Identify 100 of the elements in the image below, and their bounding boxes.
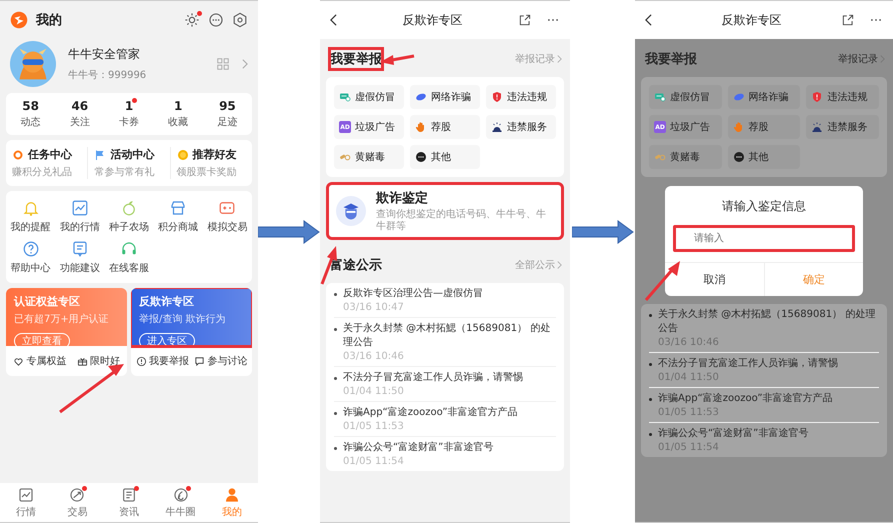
fraud-check-card[interactable]: 欺诈鉴定 查询你想鉴定的电话号码、牛牛号、牛牛群等 <box>326 182 564 240</box>
report-category[interactable]: 违法违规 <box>806 85 879 109</box>
report-category[interactable]: 黄赌毒 <box>334 145 404 169</box>
category-label[interactable]: 黄赌毒 <box>355 150 385 164</box>
service-label[interactable]: 模拟交易 <box>207 220 248 234</box>
share-icon[interactable] <box>841 13 855 27</box>
link-label[interactable]: 我要举报 <box>148 354 189 368</box>
stat-value[interactable]: 1 <box>174 99 182 113</box>
report-category[interactable]: 其他 <box>728 145 800 169</box>
report-category[interactable]: 网络诈骗 <box>410 85 480 109</box>
cancel-button[interactable]: 取消 <box>665 263 764 296</box>
tab[interactable]: 资讯 <box>103 487 155 519</box>
comment-icon[interactable] <box>70 240 89 258</box>
flag-icon <box>94 148 106 160</box>
stat-label[interactable]: 收藏 <box>168 115 188 129</box>
tab[interactable]: 牛牛圈 <box>154 487 206 519</box>
service-label[interactable]: 我的行情 <box>60 220 100 234</box>
notice-title[interactable]: 不法分子冒充富途工作人员诈骗，请警惕 <box>658 357 838 371</box>
report-category[interactable]: 虚假仿冒 <box>334 85 404 109</box>
stat-label[interactable]: 关注 <box>70 115 90 129</box>
sun-icon[interactable] <box>184 12 200 28</box>
report-category[interactable]: 荐股 <box>728 115 800 139</box>
promo-link[interactable]: 参与讨论 <box>194 354 248 368</box>
report-category[interactable]: 虚假仿冒 <box>649 85 722 109</box>
stat-label[interactable]: 卡券 <box>119 115 139 129</box>
message-card-icon <box>654 91 666 103</box>
task-title[interactable]: 活动中心 <box>110 147 154 162</box>
report-category[interactable]: 违禁服务 <box>486 115 556 139</box>
category-label[interactable]: 其他 <box>748 150 769 164</box>
stat-value[interactable]: 46 <box>71 99 88 113</box>
notice-title[interactable]: 关于永久封禁 @木村拓鰓（15689081） 的处理公告 <box>343 322 556 350</box>
service-label[interactable]: 积分商城 <box>158 220 198 234</box>
category-label[interactable]: 违禁服务 <box>507 120 547 134</box>
stat-label[interactable]: 动态 <box>20 115 41 129</box>
category-label[interactable]: 荐股 <box>431 120 451 134</box>
service-label[interactable]: 在线客服 <box>108 261 149 275</box>
category-label[interactable]: 其他 <box>431 150 451 164</box>
report-category[interactable]: 其他 <box>410 145 480 169</box>
report-category[interactable]: 黄赌毒 <box>649 145 722 169</box>
notice-title[interactable]: 诈骗公众号“富途财富”非富途官号 <box>658 427 808 441</box>
dialog-title: 请输入鉴定信息 <box>721 198 807 215</box>
qr-code-icon[interactable] <box>216 57 230 71</box>
category-label[interactable]: 违法违规 <box>827 90 868 104</box>
report-category[interactable]: 荐股 <box>410 115 480 139</box>
stat-value[interactable]: 95 <box>219 99 236 113</box>
notice-title[interactable]: 不法分子冒充富途工作人员诈骗，请警惕 <box>343 371 523 385</box>
service-label[interactable]: 我的提醒 <box>10 220 51 234</box>
category-label[interactable]: 黄赌毒 <box>670 150 700 164</box>
category-label[interactable]: 虚假仿冒 <box>355 90 395 104</box>
task-title[interactable]: 推荐好友 <box>192 147 237 162</box>
category-label[interactable]: 网络诈骗 <box>748 90 789 104</box>
notice-title[interactable]: 诈骗App“富途zoozoo”非富途官方产品 <box>343 406 518 420</box>
report-category[interactable]: 违禁服务 <box>806 115 879 139</box>
promo-link[interactable]: 专属权益 <box>13 354 66 368</box>
notice-title[interactable]: 反欺诈专区治理公告—虚假仿冒 <box>343 287 483 301</box>
chart-icon[interactable] <box>70 199 89 217</box>
avatar[interactable] <box>10 41 56 87</box>
report-category[interactable]: 网络诈骗 <box>728 85 800 109</box>
share-icon[interactable] <box>518 13 532 27</box>
notice-date: 01/05 11:53 <box>343 421 405 432</box>
task-title[interactable]: 任务中心 <box>28 147 72 162</box>
link-label[interactable]: 限时好 <box>90 354 120 368</box>
bullet-dot <box>334 447 337 450</box>
tab[interactable]: 交易 <box>52 487 104 519</box>
category-label[interactable]: 虚假仿冒 <box>670 90 710 104</box>
bullet-dot <box>649 398 652 401</box>
notice-title[interactable]: 诈骗App“富途zoozoo”非富途官方产品 <box>658 392 833 406</box>
stat-value[interactable]: 1 <box>124 99 134 113</box>
help-icon[interactable] <box>22 240 40 258</box>
category-label[interactable]: 网络诈骗 <box>431 90 471 104</box>
category-label[interactable]: 违法违规 <box>507 90 547 104</box>
back-icon[interactable] <box>330 14 337 26</box>
category-label[interactable]: 垃圾广告 <box>670 120 710 134</box>
service-label[interactable]: 种子农场 <box>108 220 149 234</box>
promo-link[interactable]: 限时好 <box>76 354 120 368</box>
category-label[interactable]: 违禁服务 <box>827 120 868 134</box>
input-field[interactable]: 请输入 <box>673 225 855 252</box>
notice-title[interactable]: 诈骗公众号“富途财富”非富途官号 <box>343 441 494 455</box>
chevron-icon <box>557 55 562 63</box>
service-label[interactable]: 帮助中心 <box>10 261 51 275</box>
promo-banner[interactable]: 反欺诈专区 举报/查询 欺诈行为 进入专区 <box>131 288 252 346</box>
category-label[interactable]: 垃圾广告 <box>355 120 395 134</box>
report-category[interactable]: 违法违规 <box>486 85 556 109</box>
category-label[interactable]: 荐股 <box>748 120 769 134</box>
notice-title[interactable]: 关于永久封禁 @木村拓鰓（15689081） 的处理公告 <box>658 308 879 336</box>
service-label[interactable]: 功能建议 <box>60 261 100 275</box>
task-subtitle: 常参与常有礼 <box>94 166 156 179</box>
back-icon[interactable] <box>645 14 652 26</box>
chat-dots-icon[interactable] <box>208 12 224 28</box>
stat-label[interactable]: 足迹 <box>217 115 238 129</box>
tab[interactable]: 行情 <box>0 487 52 519</box>
storefront-icon[interactable] <box>169 199 188 217</box>
stat-value[interactable]: 58 <box>22 99 39 113</box>
link-label[interactable]: 参与讨论 <box>207 354 248 368</box>
report-history-link[interactable]: 举报记录 <box>838 52 878 66</box>
gamepad-icon[interactable] <box>218 199 236 217</box>
settings-icon[interactable] <box>232 12 248 28</box>
link-label[interactable]: 专属权益 <box>26 354 66 368</box>
promo-link[interactable]: 我要举报 <box>136 354 189 368</box>
planet-icon <box>732 91 745 103</box>
